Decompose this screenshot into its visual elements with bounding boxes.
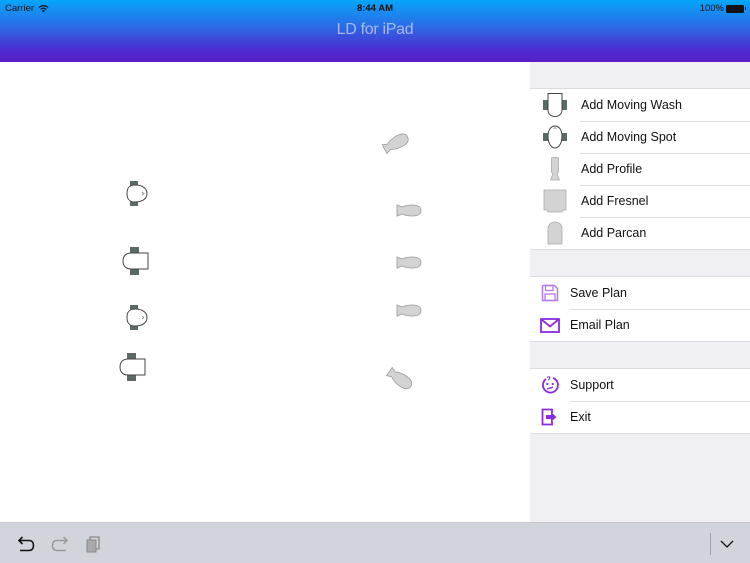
parcan-icon [540,219,570,247]
undo-button[interactable] [17,535,35,553]
add-moving-wash-label: Add Moving Wash [581,98,682,112]
moving-spot-icon [540,123,570,151]
moving-wash-fixture[interactable] [118,352,148,382]
add-fresnel-item[interactable]: Add Fresnel [530,185,750,217]
add-parcan-item[interactable]: Add Parcan [530,217,750,249]
clock: 8:44 AM [356,3,394,14]
sidebar-menu: Add Moving Wash Add Moving Spot Add Prof… [530,62,750,522]
exit-item[interactable]: Exit [530,401,750,433]
profile-icon [540,155,570,183]
add-moving-spot-label: Add Moving Spot [581,130,677,144]
support-item[interactable]: Support [530,369,750,401]
exit-icon [539,403,561,431]
undo-icon [17,536,35,552]
redo-icon [51,536,69,552]
moving-wash-icon [540,91,570,119]
moving-wash-fixture[interactable] [121,246,151,276]
stage-plan-canvas[interactable] [0,62,530,522]
moving-spot-fixture[interactable] [121,180,151,208]
add-fresnel-label: Add Fresnel [581,194,649,208]
save-plan-item[interactable]: Save Plan [530,277,750,309]
paste-button[interactable] [84,535,102,553]
app-section: Support Exit [530,368,750,434]
profile-fixture[interactable] [396,204,422,217]
add-moving-wash-item[interactable]: Add Moving Wash [530,89,750,121]
battery-percentage: 100% [699,3,724,14]
redo-button[interactable] [51,535,69,553]
paste-icon [86,536,100,553]
plan-section: Save Plan Email Plan [530,276,750,342]
page-title: LD for iPad [336,21,414,38]
dismiss-keyboard-button[interactable] [718,535,736,553]
fixture-section: Add Moving Wash Add Moving Spot Add Prof… [530,88,750,250]
profile-fixture[interactable] [380,130,411,156]
add-parcan-label: Add Parcan [581,226,647,240]
battery-indicator: 100% [699,3,746,14]
exit-label: Exit [570,410,591,424]
add-profile-item[interactable]: Add Profile [530,153,750,185]
navigation-header: Carrier 8:44 AM 100% LD for iPad [0,0,750,62]
chevron-down-icon [720,540,734,548]
email-plan-label: Email Plan [570,318,630,332]
status-bar: Carrier 8:44 AM 100% [0,0,750,16]
floppy-disk-icon [539,279,561,307]
profile-fixture[interactable] [385,365,416,393]
add-moving-spot-item[interactable]: Add Moving Spot [530,121,750,153]
support-label: Support [570,378,614,392]
keyboard-shortcut-bar [0,522,750,563]
battery-icon [726,4,746,13]
envelope-icon [539,311,561,339]
profile-fixture[interactable] [396,304,422,317]
toolbar-divider [710,533,711,555]
confused-face-icon [539,371,561,399]
email-plan-item[interactable]: Email Plan [530,309,750,341]
profile-fixture[interactable] [396,256,422,269]
fresnel-icon [540,187,570,215]
add-profile-label: Add Profile [581,162,643,176]
save-plan-label: Save Plan [570,286,627,300]
moving-spot-fixture[interactable] [121,304,151,332]
